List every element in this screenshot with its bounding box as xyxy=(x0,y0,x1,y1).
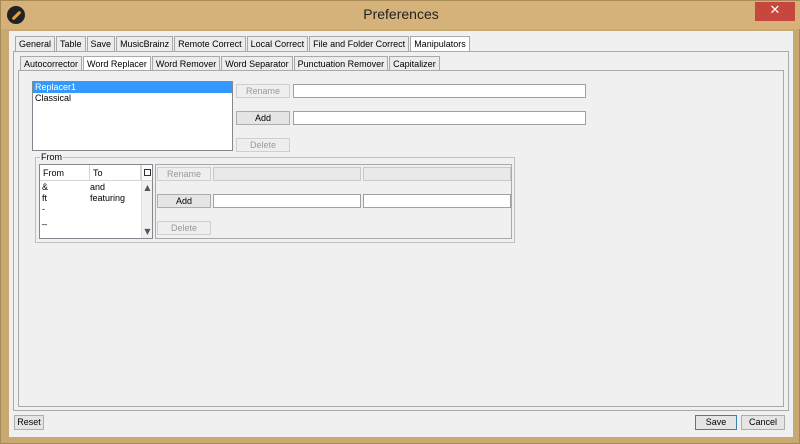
mapping-delete-button[interactable]: Delete xyxy=(157,221,211,235)
rename-field[interactable] xyxy=(293,84,586,98)
delete-button[interactable]: Delete xyxy=(236,138,290,152)
cancel-button[interactable]: Cancel xyxy=(741,415,785,430)
mapping-add-button[interactable]: Add xyxy=(157,194,211,208)
tab-manipulators[interactable]: Manipulators xyxy=(410,36,470,52)
client-area: General Table Save MusicBrainz Remote Co… xyxy=(9,31,793,437)
tab-word-separator[interactable]: Word Separator xyxy=(221,56,293,71)
table-settings-icon[interactable] xyxy=(141,165,152,181)
chevron-down-icon[interactable]: ▼ xyxy=(143,227,152,236)
table-scrollbar[interactable]: ▲ ▼ xyxy=(141,181,152,238)
tab-general[interactable]: General xyxy=(15,36,56,51)
reset-button[interactable]: Reset xyxy=(14,415,44,430)
tab-table[interactable]: Table xyxy=(56,36,86,51)
main-tab-strip: General Table Save MusicBrainz Remote Co… xyxy=(15,36,471,52)
replacer-list[interactable]: Replacer1 Classical xyxy=(32,81,233,151)
table-cell[interactable] xyxy=(90,204,140,215)
mapping-editor: Rename Add Delete xyxy=(155,164,512,239)
add-field[interactable] xyxy=(293,111,586,125)
list-item[interactable]: Classical xyxy=(33,93,232,104)
tab-word-remover[interactable]: Word Remover xyxy=(151,56,221,71)
word-replacer-panel: Replacer1 Classical Rename Add Delete Fr… xyxy=(18,70,784,407)
preferences-window: Preferences ✕ General Table Save MusicBr… xyxy=(0,0,800,444)
from-group-legend: From xyxy=(40,152,63,162)
table-cell[interactable]: _ xyxy=(42,215,88,226)
tab-musicbrainz[interactable]: MusicBrainz xyxy=(116,36,174,51)
tab-save[interactable]: Save xyxy=(86,36,116,51)
tab-autocorrector[interactable]: Autocorrector xyxy=(20,56,83,71)
mapping-add-to-field[interactable] xyxy=(363,194,511,208)
from-group: From From To & and ft featuring - _ ▲ ▼ … xyxy=(35,152,515,243)
table-cell[interactable]: and xyxy=(90,182,140,193)
tab-capitalizer[interactable]: Capitalizer xyxy=(389,56,440,71)
title-bar: Preferences ✕ xyxy=(1,1,800,29)
mapping-rename-button[interactable]: Rename xyxy=(157,167,211,181)
mapping-rename-to-field[interactable] xyxy=(363,167,511,181)
table-cell[interactable]: featuring xyxy=(90,193,140,204)
column-header-to[interactable]: To xyxy=(90,165,141,181)
window-title: Preferences xyxy=(363,6,439,22)
mapping-table[interactable]: From To & and ft featuring - _ ▲ ▼ xyxy=(39,164,153,239)
tab-punctuation-remover[interactable]: Punctuation Remover xyxy=(293,56,389,71)
chevron-up-icon[interactable]: ▲ xyxy=(143,183,152,192)
add-button[interactable]: Add xyxy=(236,111,290,125)
main-tab-panel: Autocorrector Word Replacer Word Remover… xyxy=(13,51,789,411)
save-button[interactable]: Save xyxy=(695,415,737,430)
tab-local-correct[interactable]: Local Correct xyxy=(246,36,309,51)
table-cell[interactable]: & xyxy=(42,182,88,193)
close-icon[interactable]: ✕ xyxy=(755,2,795,21)
tab-remote-correct[interactable]: Remote Correct xyxy=(174,36,246,51)
rename-button[interactable]: Rename xyxy=(236,84,290,98)
mapping-rename-from-field[interactable] xyxy=(213,167,361,181)
mapping-add-from-field[interactable] xyxy=(213,194,361,208)
table-cell[interactable]: - xyxy=(42,204,88,215)
column-header-from[interactable]: From xyxy=(40,165,90,181)
list-item[interactable]: Replacer1 xyxy=(33,82,232,93)
tab-file-folder-correct[interactable]: File and Folder Correct xyxy=(309,36,410,51)
table-cell[interactable]: ft xyxy=(42,193,88,204)
table-cell[interactable] xyxy=(90,215,140,226)
